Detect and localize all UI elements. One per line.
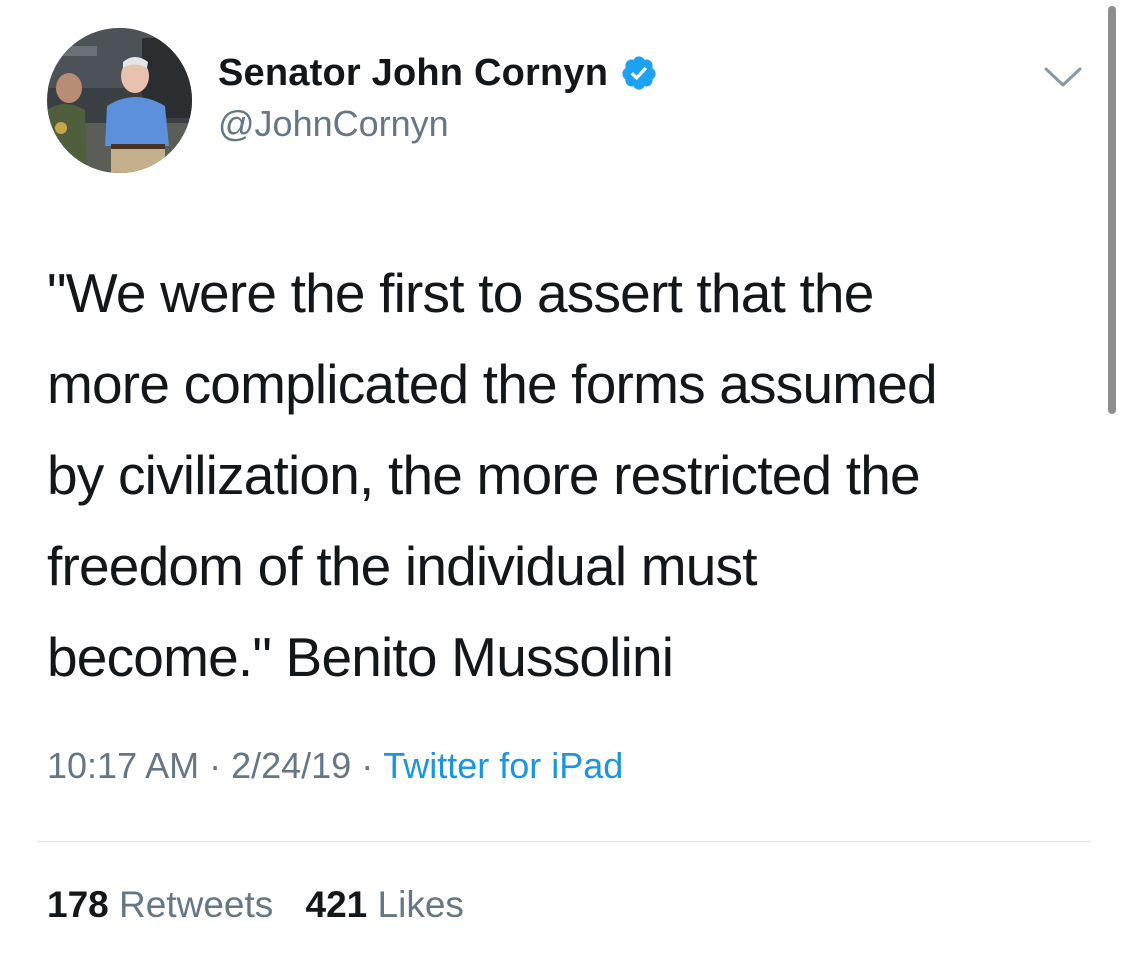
divider — [38, 841, 1090, 842]
profile-avatar[interactable] — [47, 28, 192, 173]
tweet-source-link[interactable]: Twitter for iPad — [383, 745, 623, 786]
likes-stat[interactable]: 421 Likes — [306, 884, 464, 925]
likes-count: 421 — [305, 884, 368, 925]
scrollbar[interactable] — [1108, 6, 1116, 414]
chevron-down-icon[interactable] — [1043, 63, 1083, 91]
retweets-stat[interactable]: 178 Retweets — [47, 884, 273, 925]
display-name[interactable]: Senator John Cornyn — [218, 52, 608, 95]
likes-label: Likes — [377, 884, 464, 925]
author-name-row: Senator John Cornyn — [218, 50, 658, 96]
tweet-meta: 10:17 AM · 2/24/19 · Twitter for iPad — [47, 745, 623, 787]
avatar-photo — [47, 28, 192, 173]
tweet-stats: 178 Retweets 421 Likes — [47, 884, 464, 926]
meta-separator: · — [209, 745, 222, 786]
tweet-time: 10:17 AM — [47, 745, 200, 786]
meta-separator: · — [361, 745, 374, 786]
verified-badge-icon — [620, 54, 658, 92]
retweets-count: 178 — [47, 884, 109, 925]
retweets-label: Retweets — [119, 884, 274, 925]
tweet-detail: Senator John Cornyn @JohnCornyn "We were… — [0, 0, 1125, 955]
tweet-text: "We were the first to assert that the mo… — [47, 262, 938, 688]
author-handle[interactable]: @JohnCornyn — [218, 103, 449, 145]
tweet-date: 2/24/19 — [231, 745, 352, 786]
